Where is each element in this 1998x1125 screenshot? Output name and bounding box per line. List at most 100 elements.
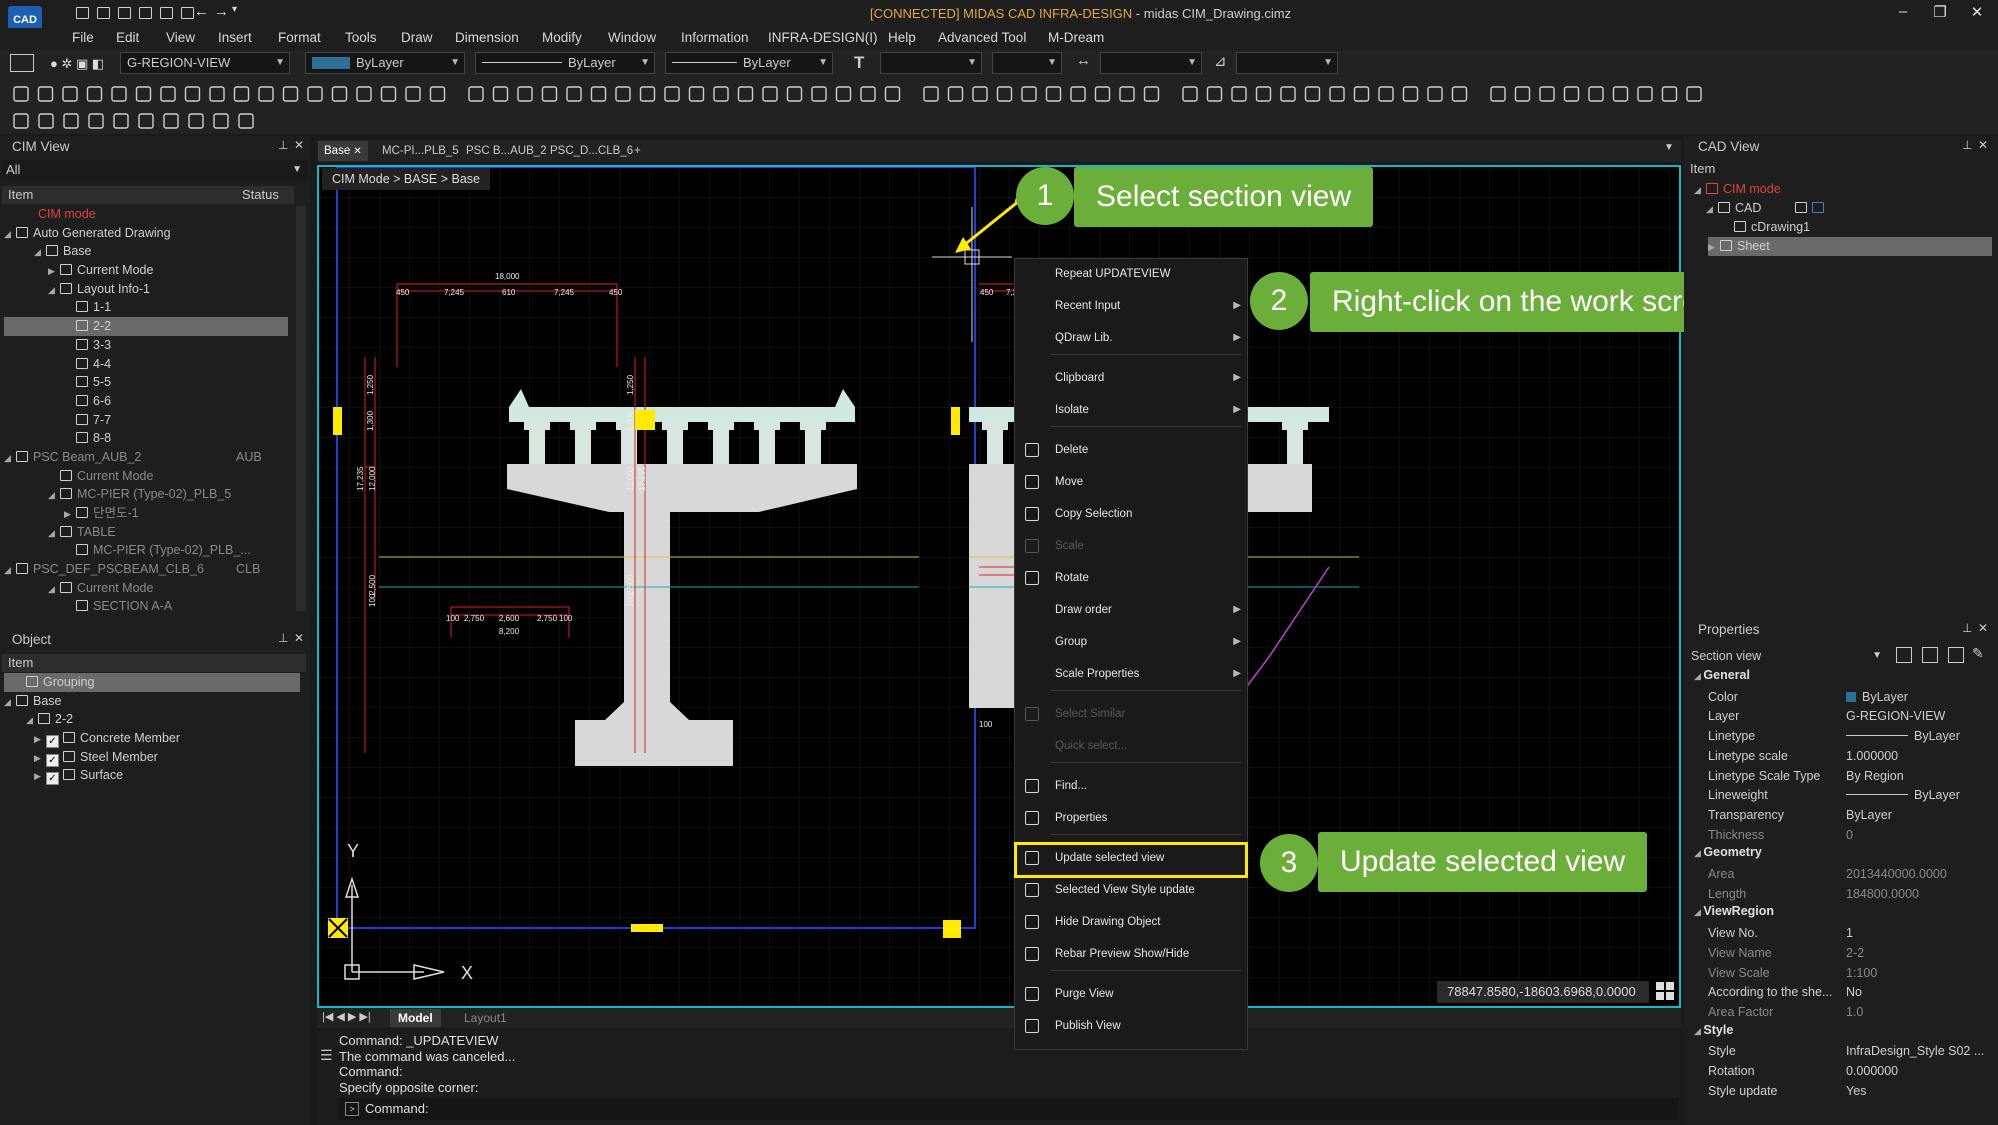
collapse-icon[interactable]: ◢: [1694, 671, 1703, 681]
menu-item-scale-properties[interactable]: Scale Properties ▶: [1015, 658, 1247, 690]
layer-manager-icon[interactable]: [10, 54, 34, 72]
cim-tree-item[interactable]: ◢ PSC Beam_AUB_2 AUB: [4, 448, 294, 467]
tool-icon[interactable]: [1514, 86, 1531, 102]
quick-access-dropdown-icon[interactable]: ▾: [232, 4, 237, 15]
tool-icon[interactable]: [1280, 86, 1296, 102]
tool-icon[interactable]: [1451, 86, 1468, 102]
menu-item-group[interactable]: Group ▶: [1015, 626, 1247, 658]
menu-format[interactable]: Format: [278, 28, 321, 48]
tool-icon[interactable]: [1490, 86, 1506, 102]
prop-value[interactable]: InfraDesign_Style S02 ...: [1846, 1042, 1984, 1062]
cim-tree-item[interactable]: ◢ Current Mode: [4, 579, 294, 598]
modify-tool-icon[interactable]: [38, 113, 54, 129]
expand-toggle-icon[interactable]: ▶: [34, 730, 46, 749]
modify-tool-icon[interactable]: [63, 113, 79, 129]
layer-combo[interactable]: G-REGION-VIEW ▼: [120, 52, 290, 74]
expand-toggle-icon[interactable]: ◢: [4, 561, 16, 580]
prop-value[interactable]: 0.000000: [1846, 1062, 1898, 1082]
tool-icon[interactable]: [1304, 86, 1321, 102]
expand-toggle-icon[interactable]: ▶: [34, 749, 46, 768]
menu-tools[interactable]: Tools: [345, 28, 377, 48]
tool-icon[interactable]: [1427, 86, 1443, 102]
cim-tree-item[interactable]: 6-6: [4, 392, 294, 411]
tool-icon[interactable]: [541, 86, 558, 102]
tool-icon[interactable]: [1119, 86, 1135, 102]
tool-icon[interactable]: [835, 86, 852, 102]
expand-toggle-icon[interactable]: ◢: [48, 486, 60, 505]
settings-icon[interactable]: ✎: [1972, 645, 1984, 662]
toolbar-icons[interactable]: [0, 80, 1998, 136]
tool-icon[interactable]: [713, 86, 729, 102]
tool-icon[interactable]: [1094, 86, 1111, 102]
tool-icon[interactable]: [37, 86, 54, 102]
pin-icon[interactable]: ⊥: [278, 138, 288, 152]
prop-value[interactable]: ByLayer: [1846, 806, 1892, 826]
menu-item-delete[interactable]: Delete: [1015, 434, 1247, 466]
prop-section-style[interactable]: ◢ Style: [1694, 1023, 1733, 1037]
tool-icon[interactable]: [13, 86, 29, 102]
tool-icon[interactable]: [282, 86, 299, 102]
menu-view[interactable]: View: [166, 28, 195, 48]
close-icon[interactable]: ✕: [294, 631, 304, 645]
pin-icon[interactable]: ⊥: [1962, 138, 1972, 152]
grip-right[interactable]: [951, 407, 960, 435]
menu-help[interactable]: Help: [888, 28, 916, 48]
expand-toggle-icon[interactable]: ▶: [48, 262, 60, 281]
undo-icon[interactable]: ←: [194, 3, 209, 20]
minimize-button[interactable]: –: [1888, 3, 1918, 20]
cim-tree-item[interactable]: ◢ MC-PIER (Type-02)_PLB_5: [4, 485, 294, 504]
tool-icon[interactable]: [737, 86, 754, 102]
tool-icon[interactable]: [1182, 86, 1198, 102]
object-tree-item[interactable]: Grouping: [4, 673, 300, 692]
cim-tree-item[interactable]: 8-8: [4, 429, 294, 448]
tool-icon[interactable]: [1612, 86, 1629, 102]
tool-icon[interactable]: [1402, 86, 1419, 102]
cim-tree-item[interactable]: SECTION A-A: [4, 597, 294, 611]
tool-icon[interactable]: [1045, 86, 1062, 102]
prop-section-geometry[interactable]: ◢ Geometry: [1694, 845, 1762, 859]
cim-tree-item[interactable]: Current Mode: [4, 467, 294, 486]
tool-icon[interactable]: [923, 86, 939, 102]
table-style-icon[interactable]: ⊿: [1214, 52, 1227, 70]
menu-insert[interactable]: Insert: [218, 28, 252, 48]
tool-icon[interactable]: [1539, 86, 1555, 102]
command-menu-icon[interactable]: ☰: [320, 1047, 333, 1064]
menu-item-clipboard[interactable]: Clipboard ▶: [1015, 362, 1247, 394]
modify-tool-icon[interactable]: [138, 113, 154, 129]
tool-icon[interactable]: [1329, 86, 1345, 102]
expand-toggle-icon[interactable]: ◢: [4, 693, 16, 712]
cim-view-scrollbar[interactable]: [296, 206, 306, 611]
menu-file[interactable]: File: [72, 28, 94, 48]
tab-mc-pier[interactable]: MC-PI...PLB_5: [376, 141, 465, 161]
tool-icon[interactable]: [590, 86, 607, 102]
modify-tool-icon[interactable]: [13, 113, 29, 129]
dim-style-combo[interactable]: ▼: [1100, 52, 1202, 74]
expand-toggle-icon[interactable]: ◢: [48, 524, 60, 543]
dim-style-icon[interactable]: ↔: [1076, 52, 1091, 69]
menu-draw[interactable]: Draw: [401, 28, 433, 48]
tool-icon[interactable]: [1353, 86, 1370, 102]
cim-tree-item[interactable]: 1-1: [4, 298, 294, 317]
menu-item-selected-view-style-update[interactable]: Selected View Style update: [1015, 874, 1247, 906]
menu-item-isolate[interactable]: Isolate ▶: [1015, 394, 1247, 426]
cim-tree-item[interactable]: 5-5: [4, 373, 294, 392]
grip-corner[interactable]: [943, 920, 961, 938]
tool-icon[interactable]: [762, 86, 778, 102]
tool-icon[interactable]: [1563, 86, 1580, 102]
prop-value[interactable]: 184800.0000: [1846, 885, 1919, 905]
object-tree-item[interactable]: ▶ ✓ Concrete Member: [4, 729, 306, 749]
grid-toggle-icon[interactable]: [1656, 982, 1674, 1000]
tool-icon[interactable]: [468, 86, 484, 102]
cim-tree-item[interactable]: ◢ PSC_DEF_PSCBEAM_CLB_6 CLB: [4, 560, 294, 579]
cim-tree-item[interactable]: CIM mode: [4, 205, 294, 224]
menu-infra-design[interactable]: INFRA-DESIGN(I): [768, 28, 878, 48]
pin-icon[interactable]: ⊥: [278, 631, 288, 645]
tool-icon[interactable]: [860, 86, 876, 102]
menu-modify[interactable]: Modify: [542, 28, 582, 48]
tool-icon[interactable]: [1255, 86, 1272, 102]
menu-item-find[interactable]: Find...: [1015, 770, 1247, 802]
tool-icon[interactable]: [1378, 86, 1394, 102]
close-icon[interactable]: ✕: [294, 138, 304, 152]
visibility-checkbox[interactable]: ✓: [46, 735, 59, 749]
menu-item-repeat[interactable]: Repeat UPDATEVIEW: [1015, 258, 1247, 290]
